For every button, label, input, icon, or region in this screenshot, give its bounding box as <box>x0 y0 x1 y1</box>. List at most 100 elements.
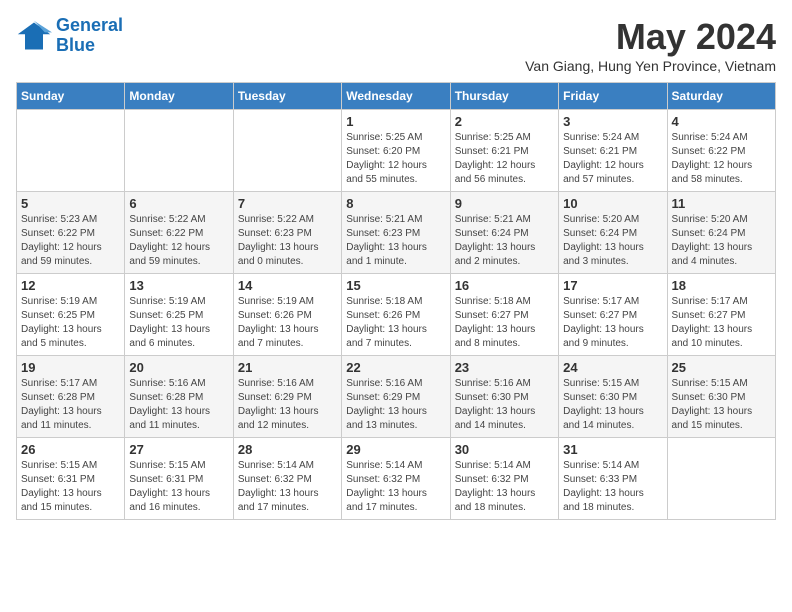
logo-text: General Blue <box>56 16 123 56</box>
day-number: 18 <box>672 278 771 293</box>
day-info: Sunrise: 5:14 AM Sunset: 6:32 PM Dayligh… <box>346 459 445 515</box>
day-info: Sunrise: 5:25 AM Sunset: 6:20 PM Dayligh… <box>346 131 445 187</box>
calendar-cell: 14Sunrise: 5:19 AM Sunset: 6:26 PM Dayli… <box>233 274 341 356</box>
day-number: 10 <box>563 196 662 211</box>
day-number: 9 <box>455 196 554 211</box>
day-info: Sunrise: 5:23 AM Sunset: 6:22 PM Dayligh… <box>21 213 120 269</box>
day-number: 16 <box>455 278 554 293</box>
calendar-week-row: 19Sunrise: 5:17 AM Sunset: 6:28 PM Dayli… <box>17 356 776 438</box>
calendar-cell: 25 Sunrise: 5:15 AM Sunset: 6:30 PM Dayli… <box>667 356 775 438</box>
weekday-header: Wednesday <box>342 83 450 110</box>
day-number: 1 <box>346 114 445 129</box>
day-number: 31 <box>563 442 662 457</box>
day-info: Sunrise: 5:25 AM Sunset: 6:21 PM Dayligh… <box>455 131 554 187</box>
day-info: Sunrise: 5:19 AM Sunset: 6:25 PM Dayligh… <box>129 295 228 351</box>
calendar-cell: 31 Sunrise: 5:14 AM Sunset: 6:33 PM Dayli… <box>559 438 667 520</box>
day-info: Sunrise: 5:21 AM Sunset: 6:23 PM Dayligh… <box>346 213 445 269</box>
calendar-cell: 3Sunrise: 5:24 AM Sunset: 6:21 PM Daylig… <box>559 110 667 192</box>
weekday-header: Thursday <box>450 83 558 110</box>
calendar-cell: 28Sunrise: 5:14 AM Sunset: 6:32 PM Dayli… <box>233 438 341 520</box>
calendar-cell: 12 Sunrise: 5:19 AM Sunset: 6:25 PM Dayli… <box>17 274 125 356</box>
weekday-header: Friday <box>559 83 667 110</box>
day-number: 15 <box>346 278 445 293</box>
calendar-cell: 10 Sunrise: 5:20 AM Sunset: 6:24 PM Dayli… <box>559 192 667 274</box>
calendar-cell: 2 Sunrise: 5:25 AM Sunset: 6:21 PM Daylig… <box>450 110 558 192</box>
calendar-cell: 24 Sunrise: 5:15 AM Sunset: 6:30 PM Dayli… <box>559 356 667 438</box>
logo-line1: General <box>56 15 123 35</box>
day-number: 22 <box>346 360 445 375</box>
logo-icon <box>16 18 52 54</box>
day-info: Sunrise: 5:16 AM Sunset: 6:28 PM Dayligh… <box>129 377 228 433</box>
day-info: Sunrise: 5:17 AM Sunset: 6:27 PM Dayligh… <box>672 295 771 351</box>
day-info: Sunrise: 5:20 AM Sunset: 6:24 PM Dayligh… <box>672 213 771 269</box>
calendar-week-row: 26 Sunrise: 5:15 AM Sunset: 6:31 PM Dayli… <box>17 438 776 520</box>
calendar-cell: 6 Sunrise: 5:22 AM Sunset: 6:22 PM Daylig… <box>125 192 233 274</box>
calendar-cell: 20 Sunrise: 5:16 AM Sunset: 6:28 PM Dayli… <box>125 356 233 438</box>
calendar-cell: 16 Sunrise: 5:18 AM Sunset: 6:27 PM Dayli… <box>450 274 558 356</box>
day-info: Sunrise: 5:18 AM Sunset: 6:26 PM Dayligh… <box>346 295 445 351</box>
day-number: 5 <box>21 196 120 211</box>
calendar-table: SundayMondayTuesdayWednesdayThursdayFrid… <box>16 82 776 520</box>
calendar-cell <box>17 110 125 192</box>
day-number: 21 <box>238 360 337 375</box>
day-info: Sunrise: 5:15 AM Sunset: 6:31 PM Dayligh… <box>21 459 120 515</box>
calendar-cell: 8 Sunrise: 5:21 AM Sunset: 6:23 PM Daylig… <box>342 192 450 274</box>
calendar-cell: 21Sunrise: 5:16 AM Sunset: 6:29 PM Dayli… <box>233 356 341 438</box>
day-info: Sunrise: 5:17 AM Sunset: 6:28 PM Dayligh… <box>21 377 120 433</box>
calendar-cell: 4 Sunrise: 5:24 AM Sunset: 6:22 PM Daylig… <box>667 110 775 192</box>
day-info: Sunrise: 5:14 AM Sunset: 6:32 PM Dayligh… <box>238 459 337 515</box>
day-info: Sunrise: 5:18 AM Sunset: 6:27 PM Dayligh… <box>455 295 554 351</box>
day-number: 12 <box>21 278 120 293</box>
calendar-cell: 19Sunrise: 5:17 AM Sunset: 6:28 PM Dayli… <box>17 356 125 438</box>
day-info: Sunrise: 5:22 AM Sunset: 6:23 PM Dayligh… <box>238 213 337 269</box>
weekday-header: Monday <box>125 83 233 110</box>
weekday-header-row: SundayMondayTuesdayWednesdayThursdayFrid… <box>17 83 776 110</box>
day-number: 8 <box>346 196 445 211</box>
calendar-cell: 22 Sunrise: 5:16 AM Sunset: 6:29 PM Dayli… <box>342 356 450 438</box>
calendar-cell <box>125 110 233 192</box>
day-number: 6 <box>129 196 228 211</box>
day-number: 11 <box>672 196 771 211</box>
calendar-cell: 13 Sunrise: 5:19 AM Sunset: 6:25 PM Dayli… <box>125 274 233 356</box>
day-info: Sunrise: 5:22 AM Sunset: 6:22 PM Dayligh… <box>129 213 228 269</box>
calendar-cell: 26 Sunrise: 5:15 AM Sunset: 6:31 PM Dayli… <box>17 438 125 520</box>
day-info: Sunrise: 5:16 AM Sunset: 6:30 PM Dayligh… <box>455 377 554 433</box>
day-info: Sunrise: 5:15 AM Sunset: 6:31 PM Dayligh… <box>129 459 228 515</box>
day-info: Sunrise: 5:24 AM Sunset: 6:21 PM Dayligh… <box>563 131 662 187</box>
day-number: 25 <box>672 360 771 375</box>
calendar-cell: 5 Sunrise: 5:23 AM Sunset: 6:22 PM Daylig… <box>17 192 125 274</box>
calendar-cell: 30Sunrise: 5:14 AM Sunset: 6:32 PM Dayli… <box>450 438 558 520</box>
calendar-cell: 18 Sunrise: 5:17 AM Sunset: 6:27 PM Dayli… <box>667 274 775 356</box>
calendar-cell: 11 Sunrise: 5:20 AM Sunset: 6:24 PM Dayli… <box>667 192 775 274</box>
day-number: 4 <box>672 114 771 129</box>
day-number: 13 <box>129 278 228 293</box>
day-info: Sunrise: 5:16 AM Sunset: 6:29 PM Dayligh… <box>346 377 445 433</box>
day-number: 24 <box>563 360 662 375</box>
calendar-cell: 17Sunrise: 5:17 AM Sunset: 6:27 PM Dayli… <box>559 274 667 356</box>
day-number: 29 <box>346 442 445 457</box>
day-info: Sunrise: 5:20 AM Sunset: 6:24 PM Dayligh… <box>563 213 662 269</box>
day-info: Sunrise: 5:14 AM Sunset: 6:33 PM Dayligh… <box>563 459 662 515</box>
day-info: Sunrise: 5:15 AM Sunset: 6:30 PM Dayligh… <box>672 377 771 433</box>
calendar-cell: 15 Sunrise: 5:18 AM Sunset: 6:26 PM Dayli… <box>342 274 450 356</box>
location-subtitle: Van Giang, Hung Yen Province, Vietnam <box>525 58 776 74</box>
day-number: 30 <box>455 442 554 457</box>
day-number: 17 <box>563 278 662 293</box>
calendar-cell: 23 Sunrise: 5:16 AM Sunset: 6:30 PM Dayli… <box>450 356 558 438</box>
calendar-cell: 7 Sunrise: 5:22 AM Sunset: 6:23 PM Daylig… <box>233 192 341 274</box>
month-title: May 2024 <box>525 16 776 58</box>
weekday-header: Sunday <box>17 83 125 110</box>
day-number: 20 <box>129 360 228 375</box>
day-info: Sunrise: 5:21 AM Sunset: 6:24 PM Dayligh… <box>455 213 554 269</box>
day-number: 26 <box>21 442 120 457</box>
day-info: Sunrise: 5:24 AM Sunset: 6:22 PM Dayligh… <box>672 131 771 187</box>
day-info: Sunrise: 5:15 AM Sunset: 6:30 PM Dayligh… <box>563 377 662 433</box>
calendar-cell: 9 Sunrise: 5:21 AM Sunset: 6:24 PM Daylig… <box>450 192 558 274</box>
day-number: 7 <box>238 196 337 211</box>
calendar-cell <box>233 110 341 192</box>
calendar-week-row: 12 Sunrise: 5:19 AM Sunset: 6:25 PM Dayli… <box>17 274 776 356</box>
day-number: 2 <box>455 114 554 129</box>
day-number: 23 <box>455 360 554 375</box>
day-info: Sunrise: 5:19 AM Sunset: 6:25 PM Dayligh… <box>21 295 120 351</box>
calendar-cell: 1 Sunrise: 5:25 AM Sunset: 6:20 PM Daylig… <box>342 110 450 192</box>
